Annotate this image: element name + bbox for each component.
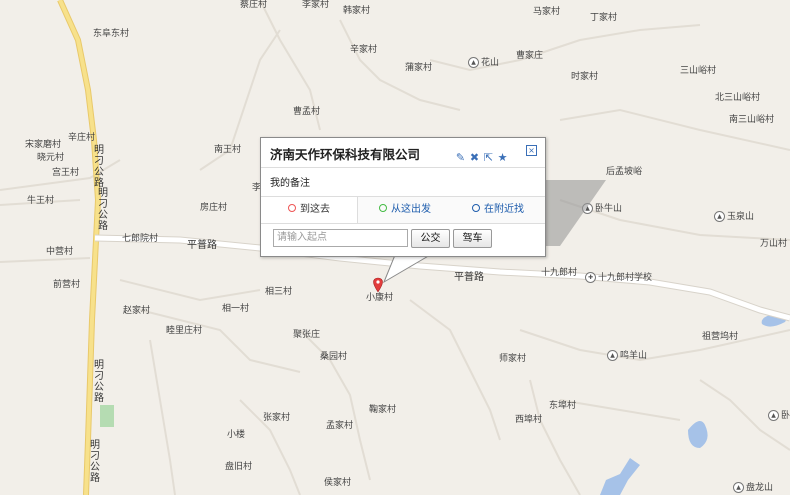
tab-start-here[interactable]: 从这出发: [357, 197, 453, 223]
drive-button[interactable]: 驾车: [453, 229, 492, 248]
star-icon[interactable]: ★: [496, 151, 509, 164]
popup-toolbar: ✎ ✖ ⇱ ★: [454, 146, 510, 164]
tab-label: 从这出发: [391, 204, 431, 215]
place-title: 济南天作环保科技有限公司: [270, 147, 421, 162]
tab-label: 在附近找: [484, 204, 524, 215]
note-text: 我的备注: [270, 178, 310, 189]
popup-shadow: [544, 180, 606, 246]
pencil-icon[interactable]: ✎: [454, 151, 467, 164]
x-icon[interactable]: ✖: [468, 151, 481, 164]
end-dot-icon: [288, 204, 296, 212]
start-point-input[interactable]: 请输入起点: [273, 229, 408, 247]
tab-label: 到这去: [300, 204, 330, 215]
start-dot-icon: [379, 204, 387, 212]
tab-search-nearby[interactable]: 在附近找: [451, 197, 545, 223]
popup-pointer: [382, 254, 432, 284]
info-window: 济南天作环保科技有限公司 ✎ ✖ ⇱ ★ × 我的备注 到这去 从这出发 在附近找 请…: [260, 137, 546, 257]
map-canvas[interactable]: 蔡庄村 李家村 韩家村 马家村 丁家村 东阜东村 辛家村 蒲家村 ▲ 花山 曹家庄…: [0, 0, 790, 495]
tab-go-here[interactable]: 到这去: [261, 197, 357, 223]
search-icon: [472, 204, 480, 212]
divider: [261, 167, 545, 168]
map-pin-icon[interactable]: [372, 277, 384, 293]
close-button[interactable]: ×: [526, 145, 537, 156]
share-icon[interactable]: ⇱: [482, 151, 495, 164]
bus-button[interactable]: 公交: [411, 229, 450, 248]
route-tabs: 到这去 从这出发 在附近找: [261, 196, 545, 224]
